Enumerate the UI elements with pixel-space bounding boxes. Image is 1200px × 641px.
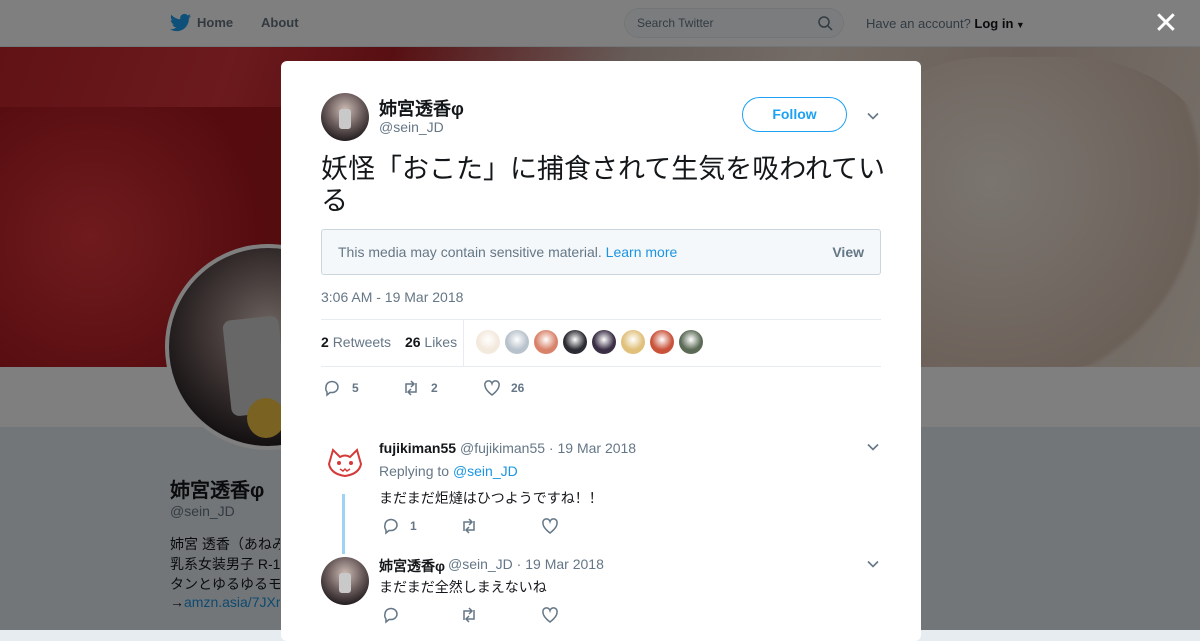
reply-date[interactable]: 19 Mar 2018 (525, 556, 604, 572)
retweet-icon[interactable] (402, 379, 420, 397)
replying-to: Replying to @sein_JD (379, 463, 518, 479)
retweet-count[interactable]: 2 (431, 381, 438, 395)
liker-avatar[interactable] (505, 330, 529, 354)
reply-count[interactable]: 1 (410, 519, 417, 533)
reply-icon[interactable] (323, 379, 341, 397)
liker-avatar[interactable] (592, 330, 616, 354)
divider (321, 366, 881, 367)
liker-avatar[interactable] (679, 330, 703, 354)
chevron-down-icon[interactable] (867, 110, 879, 122)
retweet-icon[interactable] (460, 517, 478, 535)
reply-count[interactable]: 5 (352, 381, 359, 395)
heart-icon[interactable] (541, 517, 559, 535)
heart-icon[interactable] (483, 379, 501, 397)
divider (463, 319, 464, 367)
like-count[interactable]: 26 (511, 381, 524, 395)
likes-label[interactable]: Likes (424, 334, 457, 350)
reply-author-name[interactable]: fujikiman55 (379, 440, 456, 456)
tweet-modal: 姉宮透香φ @sein_JD Follow 妖怪「おこた」に捕食されて生気を吸わ… (281, 61, 921, 641)
replying-to-label: Replying to (379, 463, 450, 479)
reply-meta: @sein_JD · 19 Mar 2018 (448, 556, 604, 572)
likes-count[interactable]: 26 (405, 334, 421, 350)
avatar-phone (339, 573, 351, 593)
reply-meta: @fujikiman55 · 19 Mar 2018 (460, 440, 637, 456)
reply-icon[interactable] (382, 517, 400, 535)
reply-author-handle[interactable]: @sein_JD (448, 556, 513, 572)
fujikiman-avatar[interactable] (321, 438, 369, 486)
liker-avatar[interactable] (563, 330, 587, 354)
sensitive-media-notice: This media may contain sensitive materia… (321, 229, 881, 275)
retweets-label[interactable]: Retweets (333, 334, 391, 350)
retweet-icon[interactable] (460, 606, 478, 624)
reply-text: まだまだ炬燵はひつようですね！！ (379, 491, 603, 507)
heart-icon[interactable] (541, 606, 559, 624)
liker-avatar[interactable] (534, 330, 558, 354)
replying-to-handle[interactable]: @sein_JD (453, 463, 518, 479)
reply-icon[interactable] (382, 606, 400, 624)
liker-avatar[interactable] (476, 330, 500, 354)
tweet-timestamp[interactable]: 3:06 AM - 19 Mar 2018 (321, 289, 463, 305)
learn-more-link[interactable]: Learn more (606, 244, 678, 260)
reply-text: まだまだ全然しまえないね (379, 580, 547, 596)
avatar-phone (339, 109, 351, 129)
reply-author-handle[interactable]: @fujikiman55 (460, 440, 545, 456)
chevron-down-icon[interactable] (867, 441, 879, 453)
sensitive-text: This media may contain sensitive materia… (338, 244, 602, 260)
follow-button[interactable]: Follow (742, 97, 847, 132)
reply-date[interactable]: 19 Mar 2018 (557, 440, 636, 456)
author-name[interactable]: 姉宮透香φ (379, 95, 464, 121)
reply-author-avatar[interactable] (321, 557, 369, 605)
author-avatar[interactable] (321, 93, 369, 141)
sensitive-message: This media may contain sensitive materia… (338, 244, 677, 260)
thread-connector (342, 494, 345, 554)
view-media-button[interactable]: View (832, 244, 864, 260)
liker-avatar[interactable] (621, 330, 645, 354)
reply-author-name[interactable]: 姉宮透香φ (379, 556, 445, 576)
tweet-text: 妖怪「おこた」に捕食されて生気を吸われている (321, 154, 886, 217)
divider (321, 319, 881, 320)
liker-avatar[interactable] (650, 330, 674, 354)
chevron-down-icon[interactable] (867, 558, 879, 570)
author-handle[interactable]: @sein_JD (379, 119, 444, 135)
close-icon[interactable]: ✕ (1152, 9, 1180, 39)
tweet-stats: 2 Retweets 26 Likes (321, 334, 457, 350)
retweets-count[interactable]: 2 (321, 334, 329, 350)
